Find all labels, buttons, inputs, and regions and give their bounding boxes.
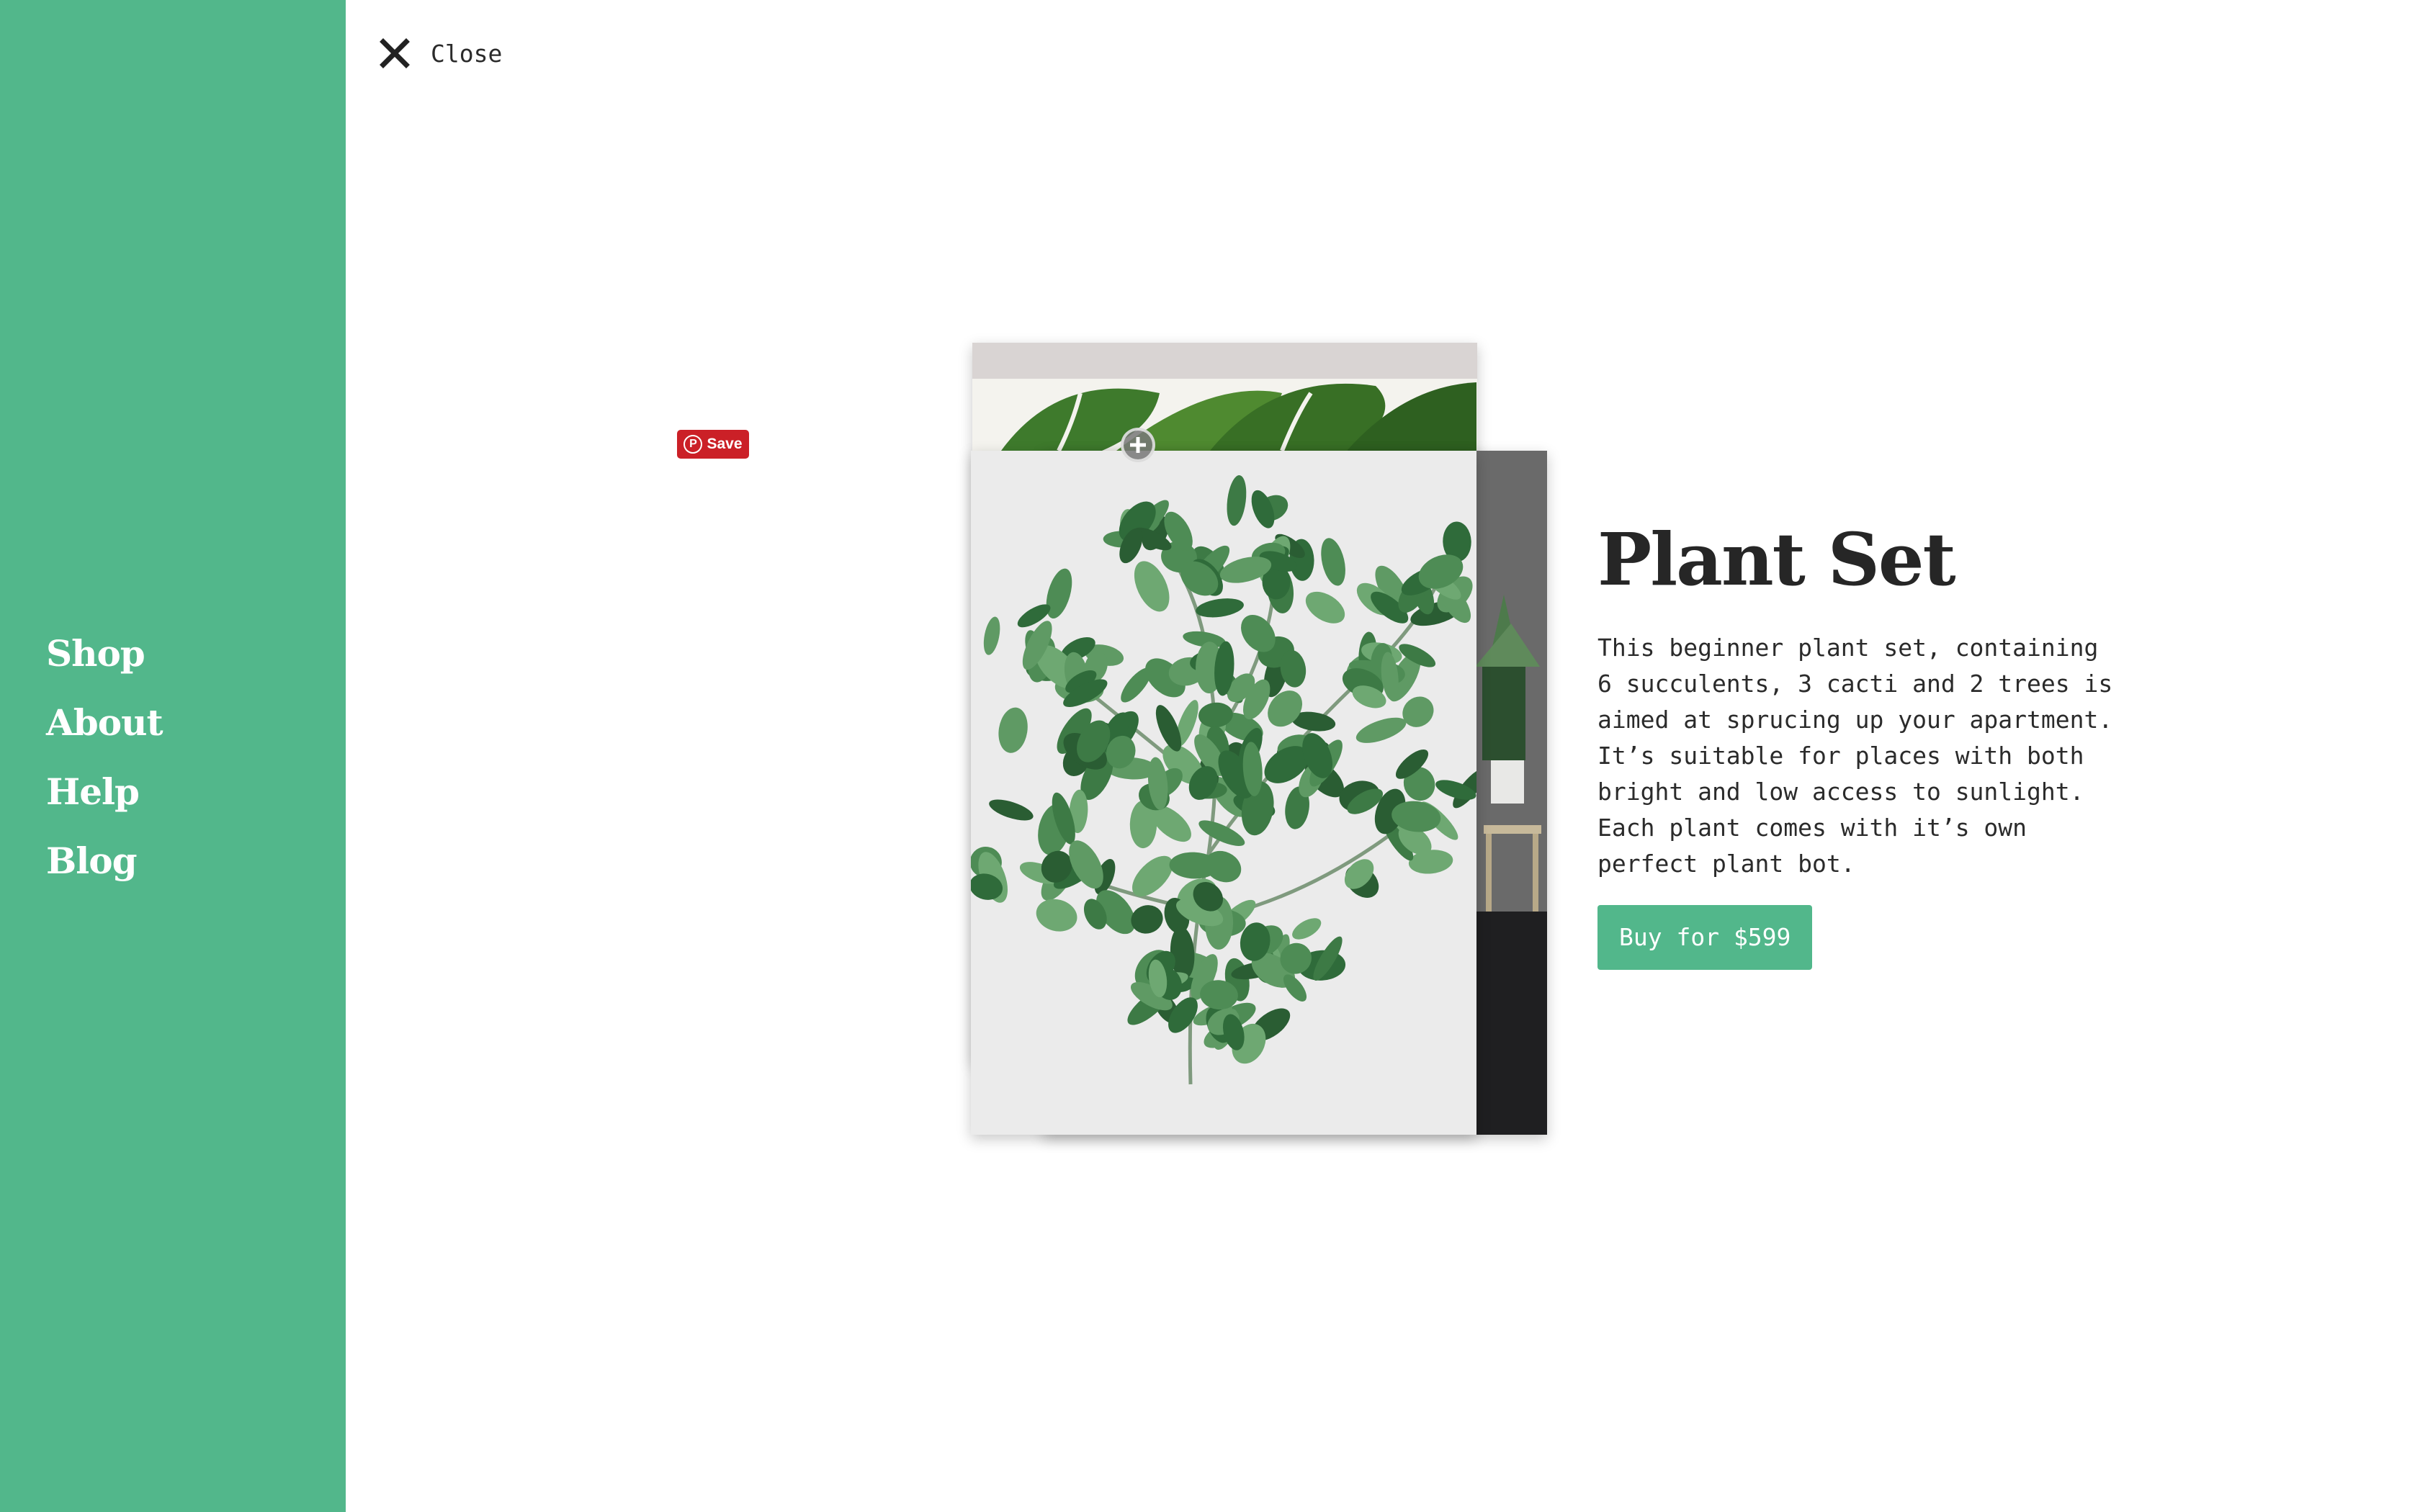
nav-item-shop[interactable]: Shop (46, 619, 163, 688)
product-description: This beginner plant set, containing 6 su… (1597, 634, 2113, 878)
close-button[interactable]: Close (377, 36, 502, 71)
main-nav: Shop About Help Blog (46, 619, 163, 896)
zoom-icon[interactable] (1121, 428, 1155, 462)
sidebar: Shop About Help Blog (0, 0, 346, 1512)
nav-item-help[interactable]: Help (46, 757, 163, 827)
plant-image (971, 451, 1476, 1135)
close-icon (380, 38, 410, 68)
pinterest-icon: P (684, 435, 703, 454)
close-label: Close (431, 39, 503, 68)
gallery-image-plant[interactable] (971, 451, 1476, 1135)
product-info: Plant Set This beginner plant set, conta… (1597, 518, 2116, 970)
plus-icon (1130, 437, 1146, 453)
nav-item-about[interactable]: About (46, 688, 163, 757)
pinterest-save-button[interactable]: P Save (677, 430, 749, 459)
product-title: Plant Set (1597, 517, 1956, 602)
buy-button[interactable]: Buy for $599 (1597, 905, 1813, 970)
pinterest-save-label: Save (707, 436, 743, 452)
nav-item-blog[interactable]: Blog (46, 827, 163, 896)
